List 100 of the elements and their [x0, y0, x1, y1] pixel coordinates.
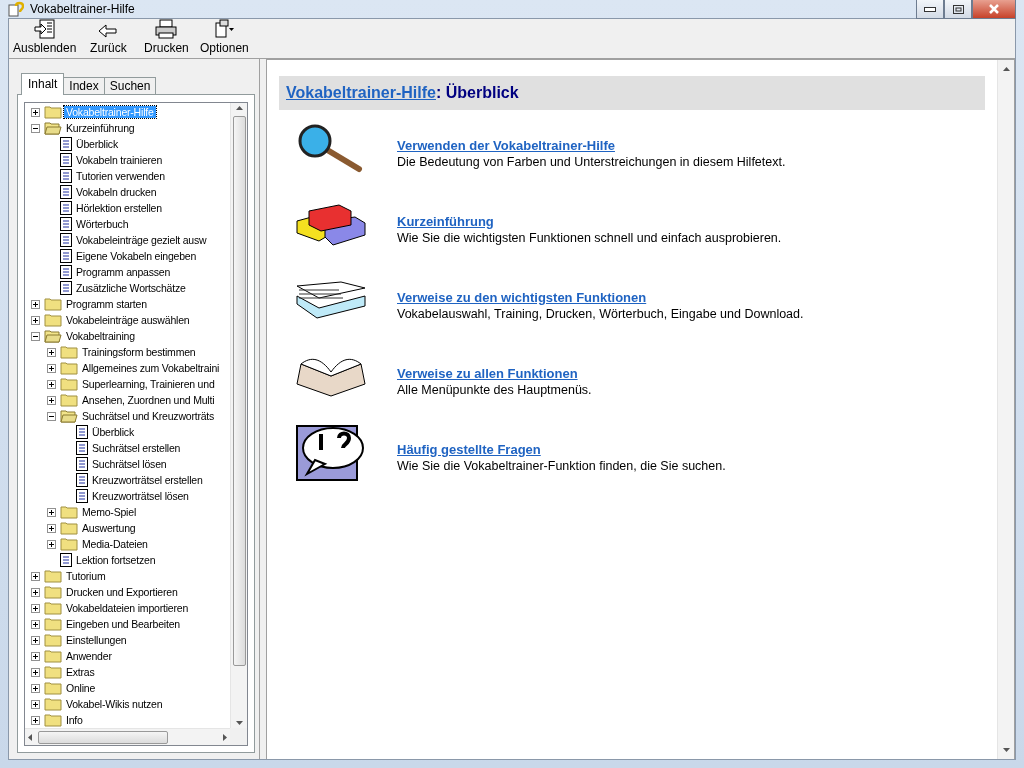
- tree-item[interactable]: Eigene Vokabeln eingeben: [74, 250, 199, 262]
- close-button[interactable]: [972, 0, 1016, 19]
- tree-item[interactable]: Kreuzworträtsel erstellen: [90, 474, 205, 486]
- tree-item[interactable]: Info: [64, 714, 85, 726]
- tree-item[interactable]: Lektion fortsetzen: [74, 554, 158, 566]
- expand-button[interactable]: [31, 667, 40, 677]
- tree-item[interactable]: Zusätzliche Wortschätze: [74, 282, 188, 294]
- toolbar-button[interactable]: Ausblenden: [11, 19, 79, 55]
- expand-button[interactable]: [31, 635, 40, 645]
- scroll-up-icon[interactable]: [235, 105, 243, 110]
- expand-button[interactable]: [47, 507, 56, 517]
- tree-item[interactable]: Programm anpassen: [74, 266, 173, 278]
- scroll-down-icon[interactable]: [235, 721, 243, 726]
- tree-item[interactable]: Überblick: [90, 426, 136, 438]
- tree-item[interactable]: Drucken und Exportieren: [64, 586, 180, 598]
- scroll-down-icon[interactable]: [1002, 748, 1010, 753]
- tree-item[interactable]: Anwender: [64, 650, 114, 662]
- expand-button[interactable]: [31, 715, 40, 725]
- tree-item[interactable]: Vokabeln drucken: [74, 186, 159, 198]
- topic-link[interactable]: Kurzeinführung: [397, 213, 494, 229]
- tree-item[interactable]: Vokabeltraining: [64, 330, 137, 342]
- tree-item[interactable]: Media-Dateien: [80, 538, 150, 550]
- collapse-button[interactable]: [47, 411, 56, 421]
- plus-icon: [32, 700, 39, 708]
- collapse-button[interactable]: [31, 331, 40, 341]
- plus-icon: [32, 716, 39, 724]
- tree-item[interactable]: Suchrätsel lösen: [90, 458, 169, 470]
- expand-button[interactable]: [31, 619, 40, 629]
- scroll-left-icon[interactable]: [27, 733, 32, 741]
- toolbar-button[interactable]: Optionen: [196, 19, 253, 55]
- topic-link[interactable]: Häufig gestellte Fragen: [397, 441, 541, 457]
- tree-item[interactable]: Vokabeleinträge auswählen: [64, 314, 192, 326]
- tree-item[interactable]: Extras: [64, 666, 97, 678]
- expand-button[interactable]: [31, 651, 40, 661]
- plus-icon: [32, 668, 39, 676]
- heading-link[interactable]: Vokabeltrainer-Hilfe: [286, 84, 436, 102]
- page-icon: [76, 441, 88, 455]
- toolbar-button[interactable]: Drucken: [138, 19, 195, 55]
- toolbar-button[interactable]: Zurück: [80, 23, 137, 55]
- tree-item[interactable]: Auswertung: [80, 522, 138, 534]
- expand-button[interactable]: [31, 699, 40, 709]
- tree-item[interactable]: Kreuzworträtsel lösen: [90, 490, 191, 502]
- plus-icon: [48, 396, 55, 404]
- expand-button[interactable]: [47, 379, 56, 389]
- collapse-button[interactable]: [31, 123, 40, 133]
- expand-button[interactable]: [31, 571, 40, 581]
- plus-icon: [32, 316, 39, 324]
- folder-icon: [44, 649, 62, 663]
- tree-item[interactable]: Vokabeldateien importieren: [64, 602, 191, 614]
- expand-button[interactable]: [47, 395, 56, 405]
- vertical-scrollbar[interactable]: [230, 103, 247, 728]
- expand-button[interactable]: [31, 299, 40, 309]
- tree-item[interactable]: Memo-Spiel: [80, 506, 139, 518]
- tree-item[interactable]: Tutorien verwenden: [74, 170, 167, 182]
- expand-button[interactable]: [31, 603, 40, 613]
- horizontal-scrollbar[interactable]: [25, 728, 230, 745]
- tree-item[interactable]: Hörlektion erstellen: [74, 202, 164, 214]
- expand-button[interactable]: [31, 587, 40, 597]
- maximize-button[interactable]: [944, 0, 972, 19]
- minimize-button[interactable]: [916, 0, 944, 19]
- tree-item[interactable]: Vokabeleinträge gezielt ausw: [74, 234, 209, 246]
- expand-button[interactable]: [31, 315, 40, 325]
- vertical-scrollbar[interactable]: [997, 60, 1014, 759]
- printer-icon: [155, 19, 178, 39]
- page-icon: [60, 249, 72, 263]
- plus-icon: [32, 572, 39, 580]
- tab[interactable]: Inhalt: [21, 73, 65, 95]
- tree-item[interactable]: Suchrätsel erstellen: [90, 442, 183, 454]
- tree-item[interactable]: Suchrätsel und Kreuzworträts: [80, 410, 217, 422]
- topic-link[interactable]: Verweise zu allen Funktionen: [397, 365, 578, 381]
- expand-button[interactable]: [47, 539, 56, 549]
- tree-item[interactable]: Allgemeines zum Vokabeltraini: [80, 362, 222, 374]
- scroll-thumb[interactable]: [232, 116, 246, 666]
- page-icon: [60, 185, 72, 199]
- expand-button[interactable]: [47, 347, 56, 357]
- tree-item[interactable]: Wörterbuch: [74, 218, 131, 230]
- tree-item[interactable]: Trainingsform bestimmen: [80, 346, 198, 358]
- tree-item[interactable]: Vokabeln trainieren: [74, 154, 165, 166]
- plus-icon: [32, 300, 39, 308]
- tree-item[interactable]: Ansehen, Zuordnen und Multi: [80, 394, 217, 406]
- tree-item[interactable]: Eingeben und Bearbeiten: [64, 618, 182, 630]
- paper-stack-icon: [295, 280, 367, 320]
- scroll-up-icon[interactable]: [1002, 66, 1010, 71]
- tree-item[interactable]: Programm starten: [64, 298, 149, 310]
- expand-button[interactable]: [47, 523, 56, 533]
- expand-button[interactable]: [31, 107, 40, 117]
- tree-item[interactable]: Kurzeinführung: [64, 122, 137, 134]
- tree-item[interactable]: Online: [64, 682, 98, 694]
- expand-button[interactable]: [47, 363, 56, 373]
- scroll-right-icon[interactable]: [223, 733, 228, 741]
- tree-item[interactable]: Vokabel-Wikis nutzen: [64, 698, 165, 710]
- scroll-thumb[interactable]: [38, 730, 168, 744]
- expand-button[interactable]: [31, 683, 40, 693]
- topic-link[interactable]: Verweise zu den wichtigsten Funktionen: [397, 289, 647, 305]
- tab[interactable]: Suchen: [103, 77, 157, 95]
- tree-item[interactable]: Überblick: [74, 138, 120, 150]
- tree-item[interactable]: Tutorium: [64, 570, 108, 582]
- tree-item[interactable]: Superlearning, Trainieren und: [80, 378, 217, 390]
- tree-item[interactable]: Einstellungen: [64, 634, 129, 646]
- topic-link[interactable]: Verwenden der Vokabeltrainer-Hilfe: [397, 137, 615, 153]
